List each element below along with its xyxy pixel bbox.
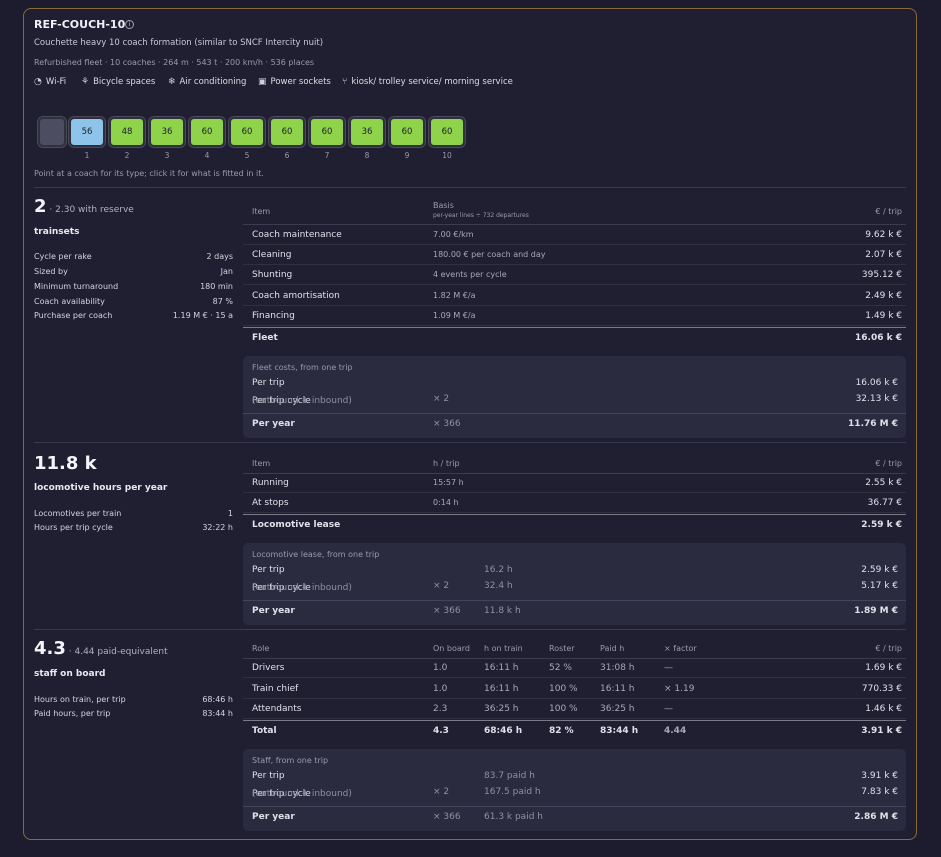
param-row: Minimum turnaround 180 min xyxy=(34,282,233,291)
power-socket-icon: ▣ xyxy=(258,77,267,87)
amenity-air-conditioning: ❄ Air conditioning xyxy=(168,77,247,87)
coach-1[interactable]: 56 xyxy=(68,116,106,148)
param-row: Cycle per rake 2 days xyxy=(34,252,233,261)
coach-number: 5 xyxy=(244,151,250,160)
formation-title: REF-COUCH-10 xyxy=(34,18,126,31)
divider xyxy=(34,187,906,188)
staff-table-header: Role On board h on train Roster Paid h ×… xyxy=(243,639,906,659)
table-total-row: Locomotive lease 2.59 k € xyxy=(243,514,906,534)
locomotive-summary-box: Locomotive lease, from one trip Per trip… xyxy=(243,543,906,625)
coach-10[interactable]: 60 xyxy=(428,116,466,148)
bicycle-icon: ⚘ xyxy=(81,77,90,87)
summary-year-row: Per year × 366 61.3 k paid h 2.86 M € xyxy=(243,806,906,828)
param-row: Purchase per coach 1.19 M € · 15 a xyxy=(34,311,233,320)
trainsets-label: trainsets xyxy=(34,227,80,237)
locomotive-hours-label: locomotive hours per year xyxy=(34,483,168,493)
locomotive-hours-value: 11.8 k xyxy=(34,453,97,474)
param-row: Hours per trip cycle 32:22 h xyxy=(34,523,233,532)
summary-year-row: Per year × 366 11.8 k h 1.89 M € xyxy=(243,600,906,622)
coach-4[interactable]: 60 xyxy=(188,116,226,148)
table-row: Drivers 1.0 16:11 h 52 % 31:08 h —1.69 k € xyxy=(243,658,906,678)
param-row: Sized by Jan xyxy=(34,267,233,276)
summary-year-row: Per year × 366 11.76 M € xyxy=(243,413,906,435)
trainsets-value: 2 xyxy=(34,196,47,217)
amenity-power-sockets: ▣ Power sockets xyxy=(258,77,331,87)
table-row: At stops 0:14 h 36.77 € xyxy=(243,493,906,513)
coach-5[interactable]: 60 xyxy=(228,116,266,148)
param-row: Paid hours, per trip 83:44 h xyxy=(34,709,233,718)
coach-number: 1 xyxy=(84,151,90,160)
table-total-row: Fleet 16.06 k € xyxy=(243,327,906,347)
param-row: Coach availability 87 % xyxy=(34,297,233,306)
param-row: Locomotives per train 1 xyxy=(34,509,233,518)
summary-row: Per trip 16.06 k € xyxy=(252,378,898,388)
formation-specs: Refurbished fleet · 10 coaches · 264 m ·… xyxy=(34,58,315,67)
coach-3[interactable]: 36 xyxy=(148,116,186,148)
amenity-wifi: ◔ Wi-Fi xyxy=(34,77,67,87)
summary-title: Fleet costs, from one trip xyxy=(252,363,353,372)
amenity-catering: ⑂ kiosk/ trolley service/ morning servic… xyxy=(342,77,513,87)
table-row: Shunting 4 events per cycle 395.12 € xyxy=(243,265,906,285)
fork-knife-icon: ⑂ xyxy=(342,77,348,87)
coach-number: 7 xyxy=(324,151,330,160)
summary-row: Per trip cycle (outbound + inbound) × 2 16… xyxy=(252,787,898,799)
summary-row: Per trip cycle (outbound + inbound) × 2 32… xyxy=(252,581,898,593)
formation-panel: REF-COUCH-10 i Couchette heavy 10 coach … xyxy=(23,8,917,840)
coach-number: 4 xyxy=(204,151,210,160)
info-icon[interactable]: i xyxy=(125,20,134,29)
table-row: Coach amortisation 1.82 M €/a 2.49 k € xyxy=(243,286,906,306)
coach-number: 9 xyxy=(404,151,410,160)
coach-number: 2 xyxy=(124,151,130,160)
summary-row: Per trip 16.2 h 2.59 k € xyxy=(252,565,898,575)
coach-number: 3 xyxy=(164,151,170,160)
coach-8[interactable]: 36 xyxy=(348,116,386,148)
fleet-summary-box: Fleet costs, from one trip Per trip 16.06… xyxy=(243,356,906,438)
divider xyxy=(34,629,906,630)
coach-9[interactable]: 60 xyxy=(388,116,426,148)
staff-value: 4.3 xyxy=(34,638,66,659)
amenity-bicycle: ⚘ Bicycle spaces xyxy=(81,77,156,87)
table-row: Cleaning 180.00 € per coach and day 2.07 k… xyxy=(243,245,906,265)
divider xyxy=(34,442,906,443)
locomotive-block[interactable] xyxy=(37,116,67,148)
staff-label: staff on board xyxy=(34,669,106,679)
table-total-row: Total 4.3 68:46 h 82 % 83:44 h 4.44 3.91 k € xyxy=(243,720,906,740)
staff-paid-equivalent: · 4.44 paid-equivalent xyxy=(68,647,168,657)
coach-7[interactable]: 60 xyxy=(308,116,346,148)
coach-number: 8 xyxy=(364,151,370,160)
fleet-table-header: Item Basis per-year lines ÷ 732 departur… xyxy=(243,199,906,225)
summary-title: Locomotive lease, from one trip xyxy=(252,550,380,559)
locomotive-table-header: Item h / trip € / trip xyxy=(243,454,906,474)
coach-6[interactable]: 60 xyxy=(268,116,306,148)
formation-description: Couchette heavy 10 coach formation (simi… xyxy=(34,38,324,48)
param-row: Hours on train, per trip 68:46 h xyxy=(34,695,233,704)
summary-title: Staff, from one trip xyxy=(252,756,329,765)
coach-number: 10 xyxy=(442,151,452,160)
coach-number: 6 xyxy=(284,151,290,160)
table-row: Train chief 1.0 16:11 h 100 % 16:11 h × 1.19 7… xyxy=(243,679,906,699)
table-row: Running 15:57 h 2.55 k € xyxy=(243,473,906,493)
formation-hint: Point at a coach for its type; click it … xyxy=(34,169,264,178)
summary-row: Per trip cycle (outbound + inbound) × 2 32… xyxy=(252,394,898,406)
coach-2[interactable]: 48 xyxy=(108,116,146,148)
table-row: Attendants 2.3 36:25 h 100 % 36:25 h —1.46 k … xyxy=(243,699,906,719)
air-conditioning-icon: ❄ xyxy=(168,77,176,87)
table-row: Financing 1.09 M €/a 1.49 k € xyxy=(243,306,906,326)
summary-row: Per trip 83.7 paid h 3.91 k € xyxy=(252,771,898,781)
trainsets-reserve: · 2.30 with reserve xyxy=(49,205,134,215)
staff-summary-box: Staff, from one trip Per trip 83.7 paid h… xyxy=(243,749,906,831)
table-row: Coach maintenance 7.00 €/km 9.62 k € xyxy=(243,225,906,245)
staff-headline: 4.3 · 4.44 paid-equivalent xyxy=(34,638,168,659)
trainsets-headline: 2 · 2.30 with reserve xyxy=(34,196,134,217)
wifi-icon: ◔ xyxy=(34,77,42,87)
